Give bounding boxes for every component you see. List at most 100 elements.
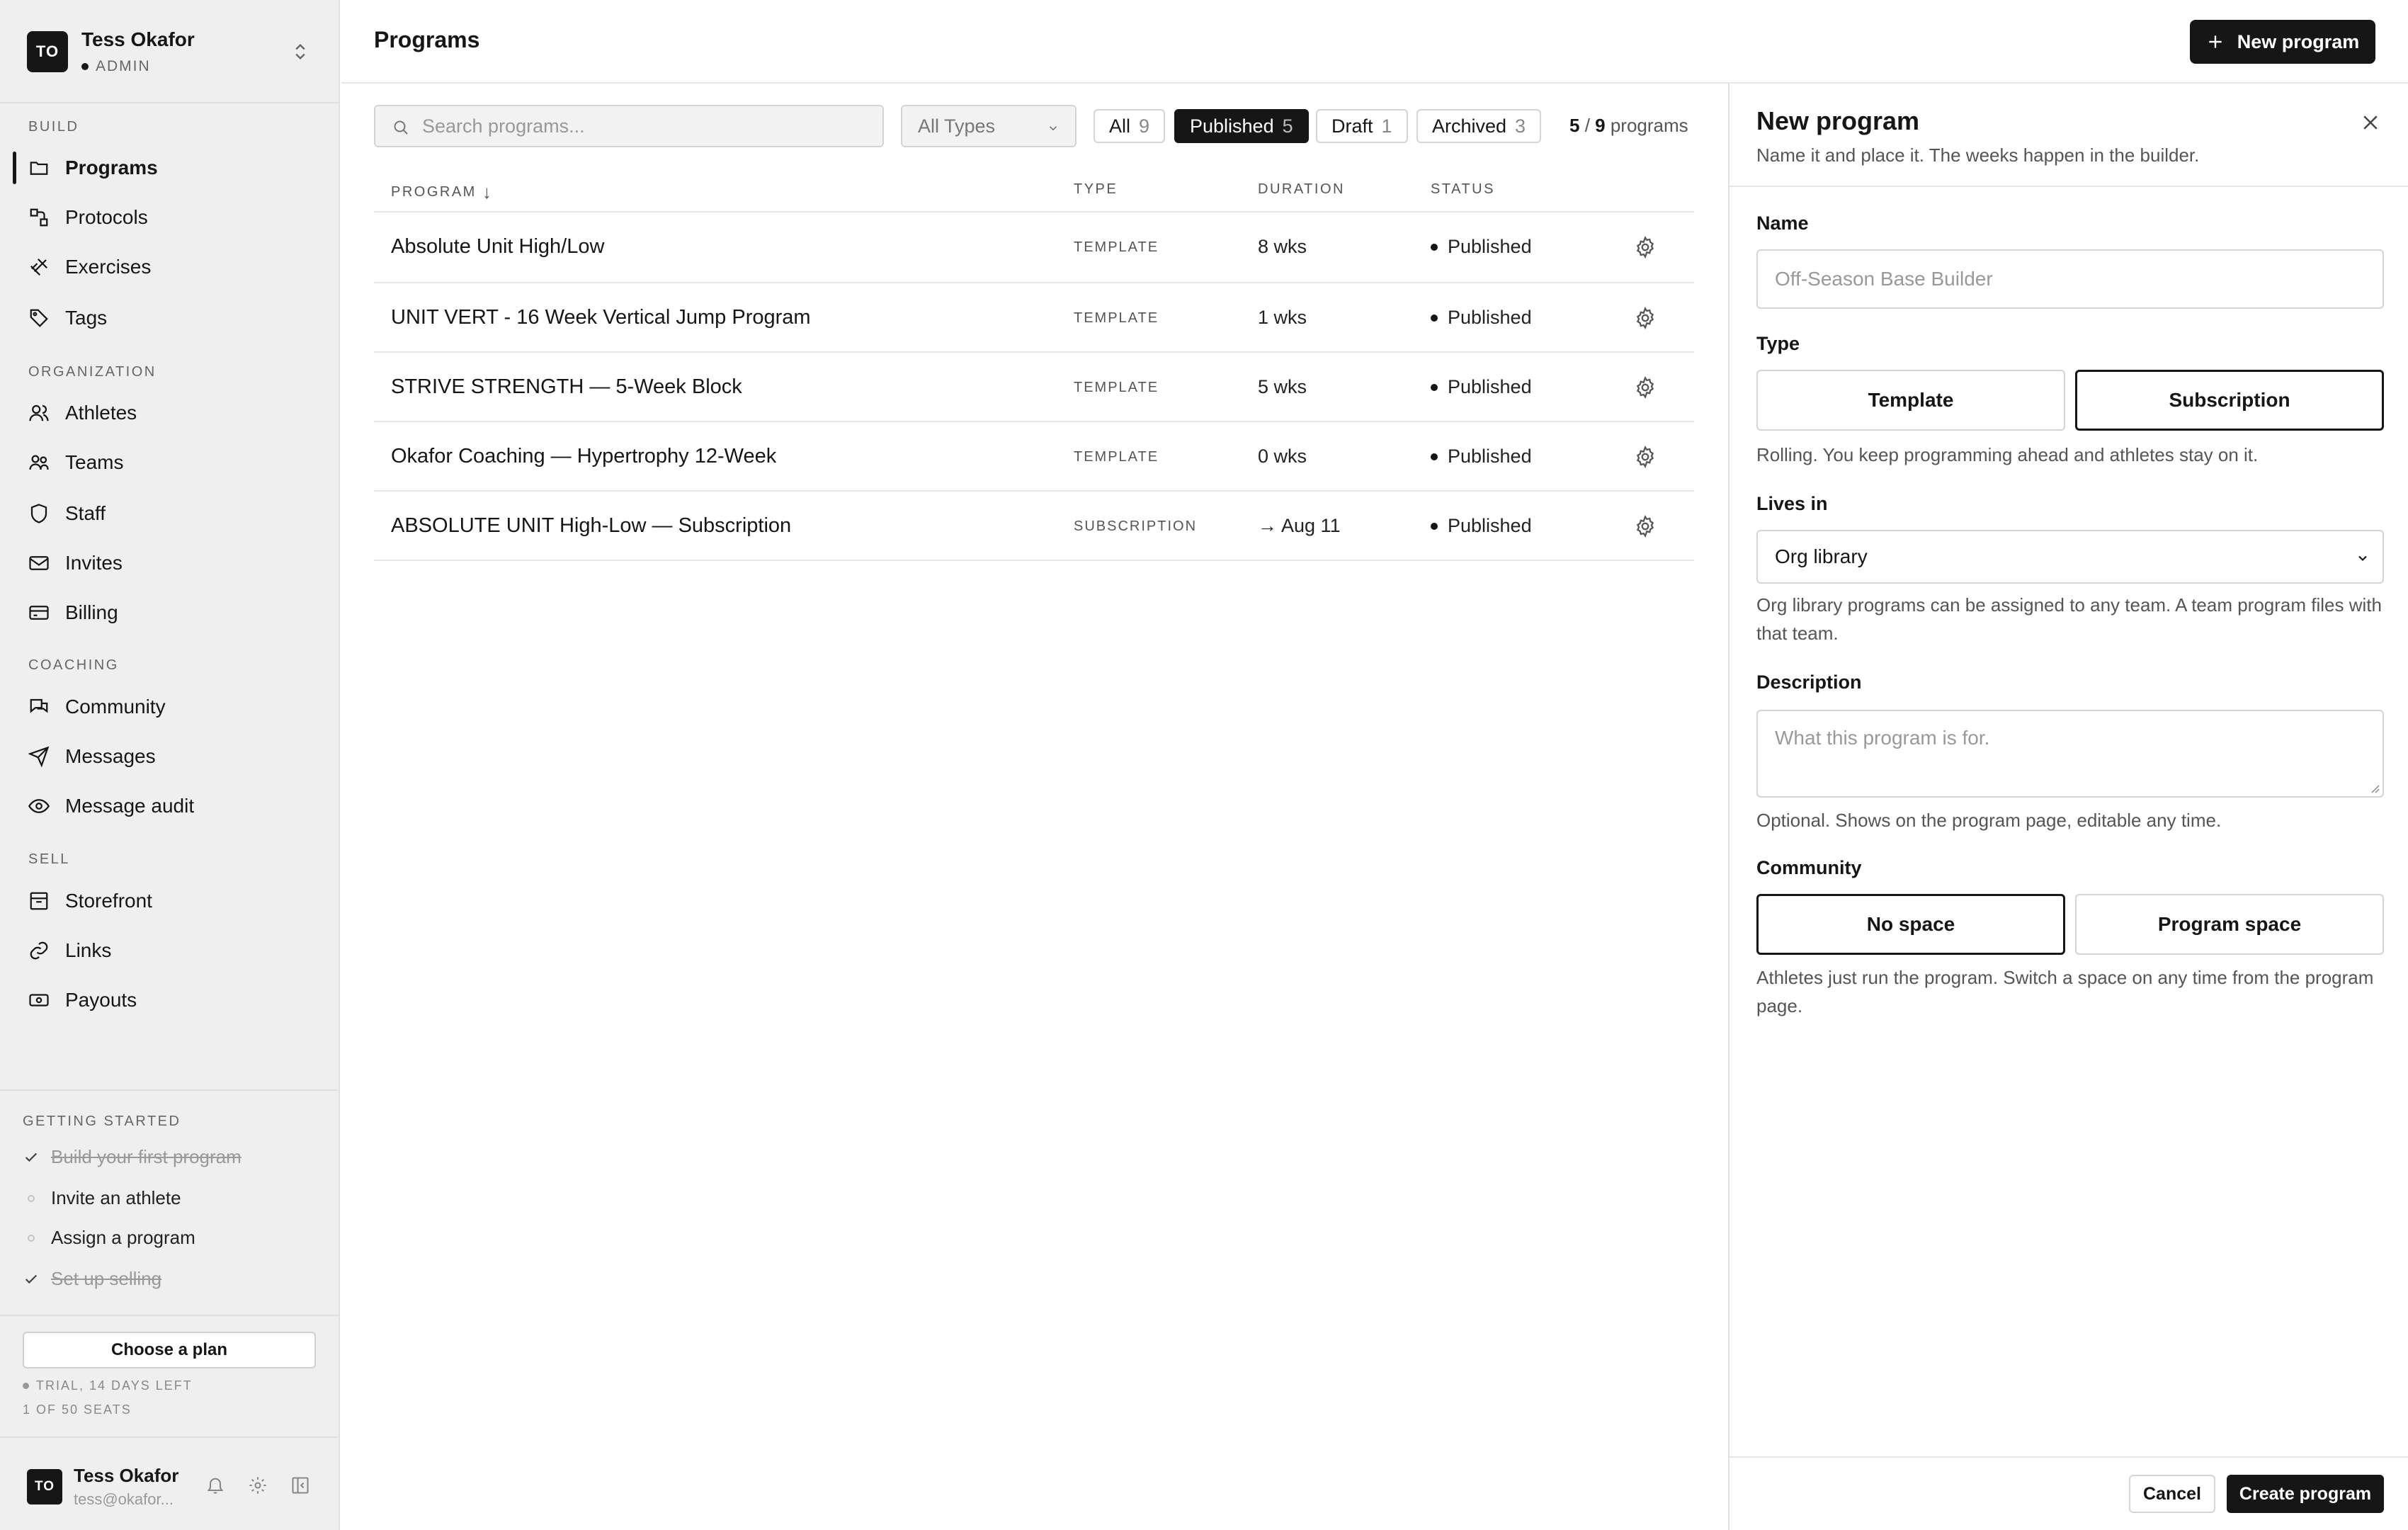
column-label: PROGRAM — [391, 184, 477, 200]
count-total: 9 — [1595, 115, 1606, 136]
program-name[interactable]: Okafor Coaching — Hypertrophy 12-Week — [391, 445, 776, 468]
program-name[interactable]: ABSOLUTE UNIT High-Low — Subscription — [391, 514, 791, 538]
row-settings-icon[interactable] — [1633, 235, 1657, 259]
nav-label: Invites — [65, 552, 123, 574]
sort-arrow-icon: ↓ — [482, 181, 492, 203]
account-switcher[interactable]: TO Tess Okafor ADMIN — [0, 0, 339, 103]
close-icon[interactable] — [2360, 112, 2381, 133]
settings-icon[interactable] — [248, 1475, 268, 1495]
row-settings-icon[interactable] — [1633, 514, 1657, 538]
nav-item-community[interactable]: Community — [13, 685, 327, 729]
nav-item-protocols[interactable]: Protocols — [13, 196, 327, 239]
column-header-status[interactable]: STATUS — [1431, 181, 1495, 198]
status-label: Published — [1448, 515, 1532, 536]
panel-title: New program — [1756, 106, 1920, 135]
new-program-button[interactable]: New program — [2190, 20, 2375, 64]
chevron-updown-icon[interactable] — [290, 40, 310, 63]
table-row[interactable]: UNIT VERT - 16 Week Vertical Jump Progra… — [374, 283, 1694, 353]
resize-handle-icon[interactable] — [2368, 782, 2380, 793]
community-no-space-option[interactable]: No space — [1756, 894, 2065, 955]
filter-count: 5 — [1282, 115, 1293, 137]
column-header-type[interactable]: TYPE — [1074, 181, 1118, 198]
checklist-item[interactable]: Set up selling — [23, 1268, 161, 1290]
table-row[interactable]: ABSOLUTE UNIT High-Low — Subscription SU… — [374, 492, 1694, 561]
community-program-space-option[interactable]: Program space — [2075, 894, 2384, 955]
program-name[interactable]: Absolute Unit High/Low — [391, 235, 604, 259]
nav-item-payouts[interactable]: Payouts — [13, 978, 327, 1022]
bell-icon[interactable] — [205, 1475, 225, 1495]
nav-item-invites[interactable]: Invites — [13, 541, 327, 585]
cancel-button[interactable]: Cancel — [2129, 1475, 2215, 1513]
nav-item-tags[interactable]: Tags — [13, 296, 327, 340]
search-box[interactable] — [374, 105, 884, 147]
row-settings-icon[interactable] — [1633, 445, 1657, 469]
checklist-item[interactable]: Invite an athlete — [23, 1187, 181, 1209]
count-suffix: programs — [1605, 115, 1688, 136]
type-filter-value: All Types — [918, 115, 996, 137]
lives-in-value: Org library — [1775, 545, 1868, 567]
nav-item-athletes[interactable]: Athletes — [13, 391, 327, 435]
program-duration: 1 wks — [1258, 307, 1307, 328]
type-template-option[interactable]: Template — [1756, 370, 2065, 431]
program-name-input[interactable] — [1756, 249, 2384, 309]
table-row[interactable]: Absolute Unit High/Low TEMPLATE 8 wks Pu… — [374, 212, 1694, 282]
collapse-sidebar-icon[interactable] — [290, 1475, 310, 1495]
program-name[interactable]: STRIVE STRENGTH — 5-Week Block — [391, 375, 742, 399]
table-row[interactable]: Okafor Coaching — Hypertrophy 12-Week TE… — [374, 422, 1694, 492]
nav-item-teams[interactable]: Teams — [13, 441, 327, 484]
cash-icon — [29, 994, 49, 1007]
checklist-item[interactable]: Build your first program — [23, 1146, 242, 1168]
choose-plan-button[interactable]: Choose a plan — [23, 1332, 316, 1368]
sidebar: TO Tess Okafor ADMIN BUILD Programs Prot… — [0, 0, 340, 1530]
nav-item-staff[interactable]: Staff — [13, 492, 327, 536]
name-label: Name — [1756, 212, 1809, 234]
type-help: Rolling. You keep programming ahead and … — [1756, 444, 2259, 465]
nav-label: Community — [65, 696, 166, 718]
user-avatar[interactable]: TO — [27, 1469, 62, 1504]
program-duration: 5 wks — [1258, 376, 1307, 397]
nav-label: Message audit — [65, 795, 195, 817]
program-status: Published — [1431, 515, 1532, 537]
role-label: ADMIN — [96, 58, 151, 74]
filter-published[interactable]: Published 5 — [1174, 109, 1309, 143]
program-type: TEMPLATE — [1074, 239, 1159, 255]
create-program-button[interactable]: Create program — [2227, 1475, 2384, 1513]
lives-in-select[interactable]: Org library — [1756, 530, 2384, 584]
trial-status: TRIAL, 14 DAYS LEFT — [23, 1378, 193, 1393]
column-header-program[interactable]: PROGRAM ↓ — [391, 181, 492, 203]
mail-icon — [29, 556, 49, 570]
page-title: Programs — [374, 27, 480, 52]
nav-item-storefront[interactable]: Storefront — [13, 879, 327, 923]
program-type: TEMPLATE — [1074, 310, 1159, 326]
filter-all[interactable]: All 9 — [1094, 109, 1166, 143]
column-header-duration[interactable]: DURATION — [1258, 181, 1345, 198]
nav-item-billing[interactable]: Billing — [13, 591, 327, 635]
nav-item-messages[interactable]: Messages — [13, 735, 327, 778]
description-help: Optional. Shows on the program page, edi… — [1756, 810, 2222, 831]
users-icon — [29, 404, 49, 421]
description-textarea[interactable] — [1756, 710, 2384, 798]
chat-icon — [30, 698, 48, 713]
user-bar: TO Tess Okafor tess@okafor... — [0, 1436, 339, 1530]
type-subscription-option[interactable]: Subscription — [2075, 370, 2384, 431]
row-settings-icon[interactable] — [1633, 375, 1657, 400]
store-icon — [30, 892, 48, 910]
filter-count: 9 — [1139, 115, 1150, 137]
filter-draft[interactable]: Draft 1 — [1316, 109, 1408, 143]
row-settings-icon[interactable] — [1633, 306, 1657, 330]
program-name[interactable]: UNIT VERT - 16 Week Vertical Jump Progra… — [391, 306, 811, 329]
type-filter-select[interactable]: All Types — [901, 105, 1077, 147]
nav-item-message-audit[interactable]: Message audit — [13, 784, 327, 828]
search-input[interactable] — [422, 106, 875, 146]
table-row[interactable]: STRIVE STRENGTH — 5-Week Block TEMPLATE … — [374, 353, 1694, 422]
new-program-label: New program — [2237, 30, 2360, 52]
nav-label: Messages — [65, 745, 156, 767]
nav-item-programs[interactable]: Programs — [13, 146, 327, 190]
nav-item-links[interactable]: Links — [13, 929, 327, 973]
panel-header: New program Name it and place it. The we… — [1730, 84, 2408, 187]
filter-archived[interactable]: Archived 3 — [1416, 109, 1542, 143]
circle-icon — [28, 1234, 35, 1242]
nav-item-exercises[interactable]: Exercises — [13, 245, 327, 289]
checklist-item[interactable]: Assign a program — [23, 1227, 195, 1249]
row-divider — [374, 560, 1694, 561]
